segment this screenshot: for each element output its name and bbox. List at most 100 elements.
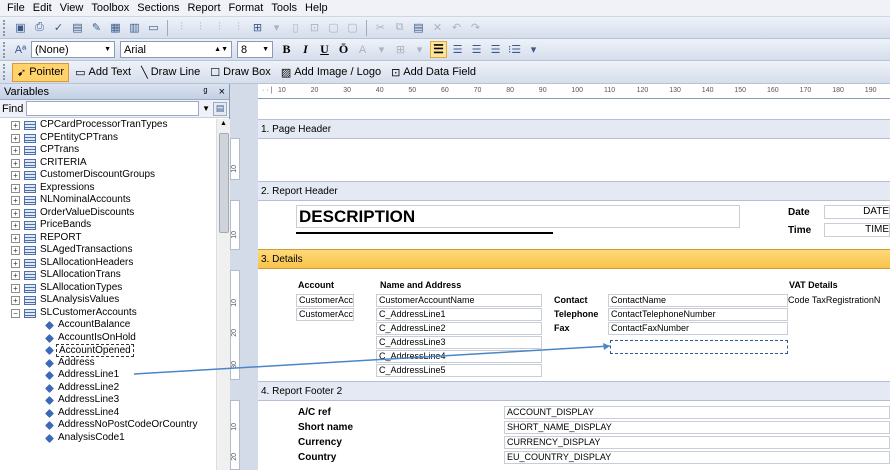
footer-label[interactable]: Currency bbox=[298, 437, 342, 448]
align-top-objects-icon[interactable]: ⫶ bbox=[211, 19, 228, 36]
bold-button[interactable]: B bbox=[278, 41, 295, 58]
print-icon[interactable]: ⎙ bbox=[31, 19, 48, 36]
toolbar-grip[interactable] bbox=[3, 19, 7, 36]
drop-target-placeholder[interactable] bbox=[610, 340, 788, 354]
group-icon[interactable]: ⊡ bbox=[306, 19, 323, 36]
customer-name-field[interactable]: CustomerAccountName bbox=[376, 294, 542, 307]
italic-button[interactable]: I bbox=[297, 41, 314, 58]
contact-name-field[interactable]: ContactName bbox=[608, 294, 788, 307]
footer-label[interactable]: Short name bbox=[298, 422, 353, 433]
tree-table-item[interactable]: + SLAgedTransactions bbox=[0, 244, 216, 257]
address-line-field[interactable]: C_AddressLine2 bbox=[376, 322, 542, 335]
tree-field-item[interactable]: AddressLine3 bbox=[0, 394, 216, 407]
tree-table-item[interactable]: − SLCustomerAccounts bbox=[0, 307, 216, 320]
vat-details-header[interactable]: VAT Details bbox=[789, 280, 838, 291]
add-text-tool[interactable]: ▭ Add Text bbox=[71, 63, 135, 82]
menu-toolbox[interactable]: Toolbox bbox=[87, 2, 133, 14]
cut-icon[interactable]: ✂ bbox=[372, 19, 389, 36]
pointer-tool[interactable]: ➹ Pointer bbox=[12, 62, 70, 82]
title-underline[interactable] bbox=[296, 232, 553, 234]
scrollbar-thumb[interactable] bbox=[219, 133, 229, 233]
contact-label[interactable]: Contact bbox=[554, 295, 588, 306]
account-field[interactable]: CustomerAcc bbox=[296, 308, 354, 321]
redo-icon[interactable]: ↷ bbox=[467, 19, 484, 36]
section-icon[interactable]: ▭ bbox=[145, 19, 162, 36]
underline-button[interactable]: U bbox=[316, 41, 333, 58]
menu-tools[interactable]: Tools bbox=[267, 2, 301, 14]
scroll-up-icon[interactable]: ▲ bbox=[220, 120, 227, 127]
line-spacing-dropdown-icon[interactable]: ▾ bbox=[525, 41, 542, 58]
tree-field-item[interactable]: AccountIsOnHold bbox=[0, 332, 216, 345]
tree-table-item[interactable]: + CPEntityCPTrans bbox=[0, 132, 216, 145]
menu-file[interactable]: File bbox=[3, 2, 29, 14]
align-center-icon[interactable]: ☰ bbox=[449, 41, 466, 58]
footer-label[interactable]: A/C ref bbox=[298, 407, 331, 418]
time-label[interactable]: Time bbox=[788, 225, 811, 236]
expand-icon[interactable]: + bbox=[11, 146, 20, 155]
menu-sections[interactable]: Sections bbox=[133, 2, 183, 14]
delete-icon[interactable]: ✕ bbox=[429, 19, 446, 36]
tree-table-item[interactable]: + REPORT bbox=[0, 232, 216, 245]
tree-table-item[interactable]: + NLNominalAccounts bbox=[0, 194, 216, 207]
tree-field-item-selected[interactable]: AccountOpened bbox=[0, 344, 216, 357]
footer-value-field[interactable]: ACCOUNT_DISPLAY bbox=[504, 406, 890, 419]
align-right-icon[interactable]: ☰ bbox=[468, 41, 485, 58]
font-select[interactable]: Arial ▲▼ bbox=[120, 41, 232, 58]
band-details[interactable]: 3. Details bbox=[258, 249, 890, 269]
draw-box-tool[interactable]: ☐ Draw Box bbox=[206, 63, 275, 82]
footer-label[interactable]: Country bbox=[298, 452, 336, 463]
tree-table-item[interactable]: + SLAllocationTypes bbox=[0, 282, 216, 295]
band-page-header[interactable]: 1. Page Header bbox=[258, 119, 890, 139]
footer-value-field[interactable]: SHORT_NAME_DISPLAY bbox=[504, 421, 890, 434]
bring-front-icon[interactable]: ▢ bbox=[325, 19, 342, 36]
font-size-select[interactable]: 8 ▼ bbox=[237, 41, 273, 58]
tree-field-item[interactable]: AnalysisCode1 bbox=[0, 432, 216, 445]
tree-table-item[interactable]: + CRITERIA bbox=[0, 157, 216, 170]
chevron-down-icon[interactable]: ▼ bbox=[202, 104, 210, 113]
pin-icon[interactable]: ᵍ bbox=[203, 86, 207, 98]
expand-icon[interactable]: + bbox=[11, 183, 20, 193]
border-icon[interactable]: ⊞ bbox=[392, 41, 409, 58]
report-canvas[interactable]: 1. Page Header 2. Report Header DESCRIPT… bbox=[258, 99, 890, 470]
expand-icon[interactable]: + bbox=[11, 271, 20, 280]
copy-icon[interactable]: ⧉ bbox=[391, 19, 408, 36]
add-image-tool[interactable]: ▨ Add Image / Logo bbox=[277, 63, 385, 82]
tree-table-item[interactable]: + CPTrans bbox=[0, 144, 216, 157]
tree-field-item[interactable]: AddressLine2 bbox=[0, 382, 216, 395]
align-bottom-objects-icon[interactable]: ⫶ bbox=[230, 19, 247, 36]
expand-icon[interactable]: + bbox=[11, 233, 20, 243]
grid-icon[interactable]: ⊞ bbox=[249, 19, 266, 36]
menu-help[interactable]: Help bbox=[301, 2, 332, 14]
tree-table-item[interactable]: + SLAnalysisValues bbox=[0, 294, 216, 307]
band-report-header[interactable]: 2. Report Header bbox=[258, 181, 890, 201]
find-input[interactable] bbox=[26, 101, 200, 116]
fax-label[interactable]: Fax bbox=[554, 323, 570, 334]
border-dropdown-icon[interactable]: ▾ bbox=[411, 41, 428, 58]
expand-icon[interactable]: + bbox=[11, 246, 20, 255]
band-report-footer[interactable]: 4. Report Footer 2 bbox=[258, 381, 890, 401]
toolbar-grip[interactable] bbox=[3, 64, 7, 80]
preview-icon[interactable]: ▦ bbox=[107, 19, 124, 36]
tree-field-item[interactable]: AccountBalance bbox=[0, 319, 216, 332]
justify-icon[interactable]: ☰ bbox=[487, 41, 504, 58]
tree-table-item[interactable]: + CPCardProcessorTranTypes bbox=[0, 119, 216, 132]
name-address-header[interactable]: Name and Address bbox=[380, 280, 461, 291]
tree-field-item[interactable]: AddressNoPostCodeOrCountry bbox=[0, 419, 216, 432]
toolbar-grip[interactable] bbox=[3, 41, 7, 58]
overline-button[interactable]: Ō bbox=[335, 41, 352, 58]
undo-icon[interactable]: ↶ bbox=[448, 19, 465, 36]
date-field[interactable]: DATE bbox=[824, 205, 890, 219]
page-setup-icon[interactable]: ▤ bbox=[69, 19, 86, 36]
footer-value-field[interactable]: CURRENCY_DISPLAY bbox=[504, 436, 890, 449]
expand-icon[interactable]: + bbox=[11, 158, 20, 168]
tree-table-item[interactable]: + SLAllocationTrans bbox=[0, 269, 216, 282]
expand-icon[interactable]: + bbox=[11, 121, 20, 130]
variables-scrollbar[interactable]: ▲ bbox=[216, 119, 230, 470]
tree-table-item[interactable]: + SLAllocationHeaders bbox=[0, 257, 216, 270]
vat-registration-field[interactable]: Code TaxRegistrationN bbox=[788, 295, 880, 306]
draw-line-tool[interactable]: ╲ Draw Line bbox=[137, 63, 204, 82]
tree-table-item[interactable]: + CustomerDiscountGroups bbox=[0, 169, 216, 182]
address-line-field[interactable]: C_AddressLine3 bbox=[376, 336, 542, 349]
tree-table-item[interactable]: + PriceBands bbox=[0, 219, 216, 232]
style-select[interactable]: (None) ▼ bbox=[31, 41, 115, 58]
